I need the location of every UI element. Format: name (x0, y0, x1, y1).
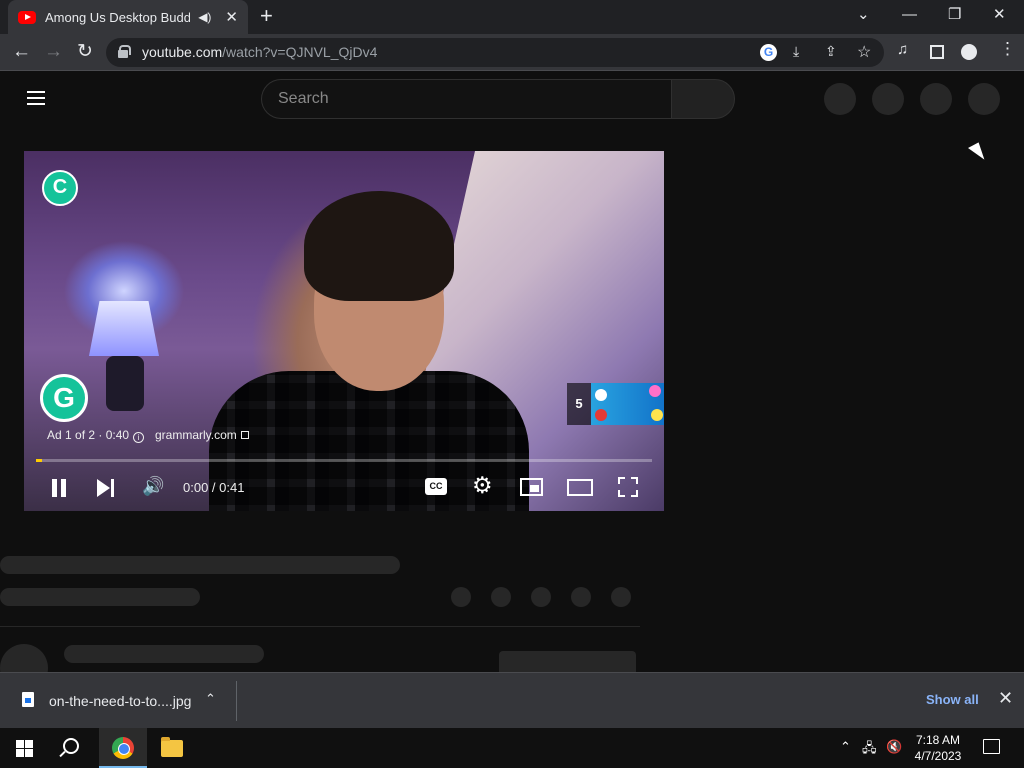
youtube-page: Search C G Ad 1 of 2 · 0:40 i grammarly.c… (0, 72, 1024, 672)
avatar-skeleton (0, 644, 48, 672)
ad-domain-text: grammarly.com (155, 428, 237, 442)
tab-youtube[interactable]: Among Us Desktop Buddies ◀) ✕ (8, 0, 248, 34)
notification-center-icon[interactable] (983, 739, 1000, 754)
tab-title: Among Us Desktop Buddies (45, 9, 191, 25)
time-display: 0:00 / 0:41 (183, 480, 245, 495)
chrome-menu-icon[interactable]: ⋮ (999, 39, 1016, 59)
chevron-up-icon[interactable]: ⌃ (205, 691, 216, 707)
tray-overflow-chevron-icon[interactable]: ⌃ (840, 739, 851, 755)
divider (236, 681, 237, 721)
url-host: youtube.com (142, 44, 223, 60)
action-skeleton (611, 587, 631, 607)
share-icon[interactable]: ⇪ (825, 43, 837, 60)
browser-toolbar: ← → ↻ youtube.com/watch?v=QJNVL_QjDv4 G … (0, 34, 1024, 71)
url-path: /watch?v=QJNVL_QjDv4 (222, 44, 378, 60)
header-button-placeholder[interactable] (872, 83, 904, 115)
hamburger-menu-icon[interactable] (27, 91, 45, 109)
taskbar-clock[interactable]: 7:18 AM 4/7/2023 (912, 732, 964, 764)
reload-button[interactable]: ↻ (77, 40, 93, 64)
button-skeleton (499, 651, 636, 672)
clock-date: 4/7/2023 (914, 749, 962, 763)
ad-domain-link[interactable]: grammarly.com (155, 428, 249, 442)
clock-time: 7:18 AM (915, 733, 961, 747)
grammarly-logo-icon[interactable]: C (42, 170, 78, 206)
external-link-icon (240, 431, 249, 439)
restore-button[interactable]: ❐ (948, 4, 961, 26)
back-button[interactable]: ← (12, 40, 31, 64)
minimize-button[interactable]: — (902, 4, 917, 26)
video-frame-person (209, 191, 529, 511)
url-text[interactable]: youtube.com/watch?v=QJNVL_QjDv4 (142, 44, 377, 60)
show-all-button[interactable]: Show all (926, 692, 979, 707)
new-tab-button[interactable]: + (260, 4, 273, 28)
video-frame-lamp-base (106, 356, 144, 411)
media-control-icon[interactable]: ♫ (897, 41, 908, 58)
ad-progress-fill (36, 459, 43, 462)
lock-icon[interactable] (118, 45, 131, 58)
download-bar: on-the-need-to-to....jpg ⌃ Show all ✕ (0, 672, 1024, 728)
divider (0, 626, 640, 627)
avatar[interactable] (968, 83, 1000, 115)
video-player[interactable]: C G Ad 1 of 2 · 0:40 i grammarly.com 5 🔊 … (24, 151, 664, 511)
header-button-placeholder[interactable] (920, 83, 952, 115)
taskbar: ⌃ 🖧 🔇 7:18 AM 4/7/2023 (0, 728, 1024, 768)
video-frame-lamp (89, 301, 159, 356)
advertiser-logo-icon[interactable]: G (40, 374, 88, 422)
action-skeleton (571, 587, 591, 607)
ad-progress-bar[interactable] (36, 459, 652, 462)
search-input[interactable]: Search (261, 79, 672, 119)
miniplayer-button[interactable] (520, 478, 543, 496)
close-download-bar-icon[interactable]: ✕ (998, 688, 1013, 709)
taskbar-search-icon[interactable] (63, 738, 79, 754)
address-bar[interactable]: youtube.com/watch?v=QJNVL_QjDv4 G ⤓ ⇪ ☆ (106, 38, 884, 67)
settings-gear-icon[interactable]: ⚙ (472, 472, 493, 498)
info-icon[interactable]: i (133, 432, 145, 443)
speaker-icon[interactable]: ◀) (198, 10, 211, 24)
ad-badge-text: Ad 1 of 2 · 0:40 (47, 428, 130, 442)
forward-button[interactable]: → (44, 40, 63, 64)
install-app-icon[interactable]: ⤓ (793, 43, 799, 60)
comment-skeleton (64, 645, 264, 663)
theater-mode-button[interactable] (567, 479, 593, 496)
side-panel-icon[interactable] (930, 45, 944, 59)
channel-skeleton (0, 588, 200, 606)
close-window-button[interactable]: ✕ (993, 4, 1006, 26)
network-icon[interactable]: 🖧 (862, 739, 877, 761)
image-file-icon (22, 692, 34, 707)
file-explorer-icon[interactable] (161, 737, 183, 757)
action-skeleton (531, 587, 551, 607)
volume-muted-icon[interactable]: 🔇 (886, 739, 902, 755)
google-lens-icon[interactable]: G (760, 44, 777, 61)
volume-icon[interactable]: 🔊 (142, 473, 164, 499)
taskbar-chrome-app[interactable] (99, 728, 147, 768)
bookmark-star-icon[interactable]: ☆ (857, 42, 871, 62)
tab-close-icon[interactable]: ✕ (225, 8, 238, 26)
pause-button[interactable] (51, 479, 67, 497)
next-video-thumbnail[interactable] (591, 383, 664, 425)
captions-button[interactable]: CC (425, 478, 447, 495)
fullscreen-button[interactable] (618, 477, 638, 497)
search-button[interactable] (671, 79, 735, 119)
download-item[interactable]: on-the-need-to-to....jpg (49, 693, 191, 709)
profile-avatar-icon[interactable] (961, 44, 977, 60)
title-skeleton (0, 556, 400, 574)
action-skeleton (491, 587, 511, 607)
tab-strip: Among Us Desktop Buddies ◀) ✕ + ⌄ — ❐ ✕ (0, 0, 1024, 34)
chrome-icon (112, 737, 134, 759)
skip-countdown[interactable]: 5 (567, 383, 591, 425)
search-placeholder: Search (278, 90, 329, 107)
windows-start-icon[interactable] (16, 740, 33, 757)
ad-badge: Ad 1 of 2 · 0:40 i (47, 428, 150, 443)
next-button[interactable] (97, 479, 115, 497)
action-skeleton (451, 587, 471, 607)
tab-search-chevron-icon[interactable]: ⌄ (857, 4, 870, 26)
youtube-favicon-icon (18, 10, 36, 24)
header-button-placeholder[interactable] (824, 83, 856, 115)
